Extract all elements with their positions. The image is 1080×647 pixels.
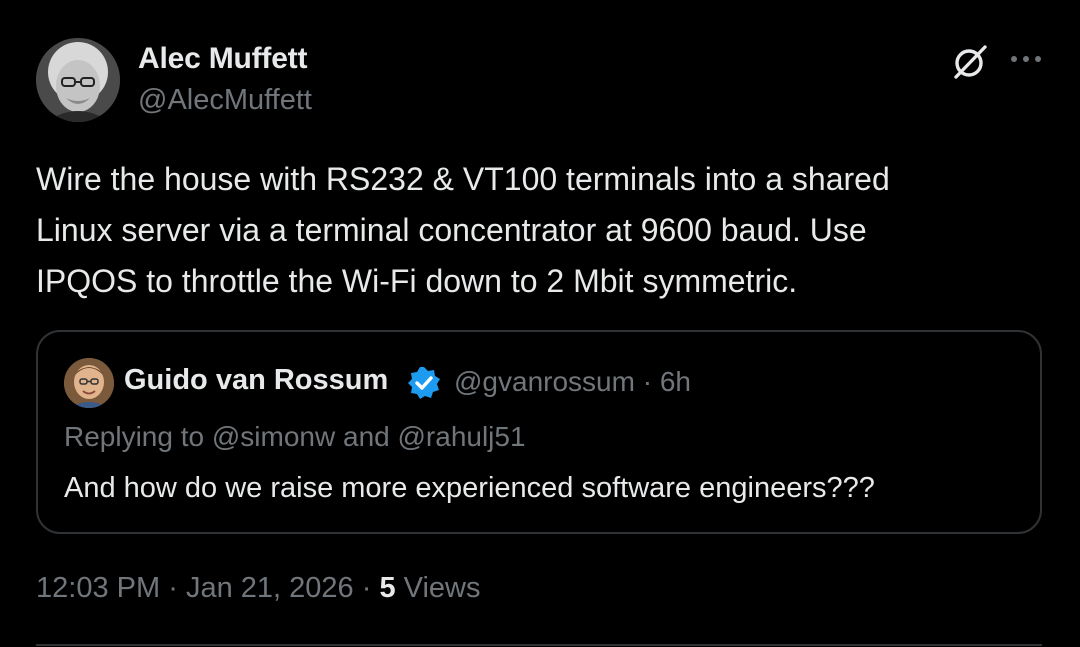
views-count[interactable]: 5: [379, 572, 395, 604]
grok-icon[interactable]: [950, 42, 990, 82]
quoted-tweet-text: And how do we raise more experienced sof…: [64, 472, 875, 504]
separator-dot: ·: [361, 572, 372, 604]
replying-to: Replying to @simonw and @rahulj51: [64, 421, 526, 453]
verified-badge-icon: [406, 365, 442, 401]
mention-rahulj51[interactable]: @rahulj51: [398, 421, 526, 452]
tweet: Alec Muffett @AlecMuffett Wire the house…: [0, 0, 1080, 647]
views-label[interactable]: Views: [404, 572, 481, 604]
quoted-handle-line: @gvanrossum · 6h: [454, 366, 691, 398]
quoted-author-name[interactable]: Guido van Rossum: [124, 364, 388, 397]
tweet-date[interactable]: Jan 21, 2026: [186, 572, 354, 604]
tweet-text-line: Linux server via a terminal concentrator…: [36, 212, 867, 248]
divider: [36, 644, 1042, 646]
quoted-author-avatar[interactable]: [64, 358, 114, 408]
tweet-text: Wire the house with RS232 & VT100 termin…: [36, 154, 1046, 307]
author-avatar[interactable]: [36, 38, 120, 122]
quoted-author-handle[interactable]: @gvanrossum: [454, 366, 635, 397]
mention-simonw[interactable]: @simonw: [212, 421, 335, 452]
replying-prefix: Replying to: [64, 421, 212, 452]
quoted-age[interactable]: 6h: [660, 366, 691, 397]
quoted-tweet[interactable]: Guido van Rossum @gvanrossum · 6h Replyi…: [36, 330, 1042, 534]
tweet-meta: 12:03 PM · Jan 21, 2026 · 5 Views: [36, 572, 480, 605]
tweet-text-line: IPQOS to throttle the Wi-Fi down to 2 Mb…: [36, 263, 798, 299]
tweet-text-line: Wire the house with RS232 & VT100 termin…: [36, 161, 890, 197]
separator-dot: ·: [168, 572, 178, 604]
separator-dot: ·: [642, 366, 653, 397]
author-handle[interactable]: @AlecMuffett: [138, 84, 312, 117]
author-name[interactable]: Alec Muffett: [138, 42, 307, 76]
tweet-time[interactable]: 12:03 PM: [36, 572, 160, 604]
and-word: and: [335, 421, 398, 452]
more-icon[interactable]: [1008, 46, 1044, 72]
